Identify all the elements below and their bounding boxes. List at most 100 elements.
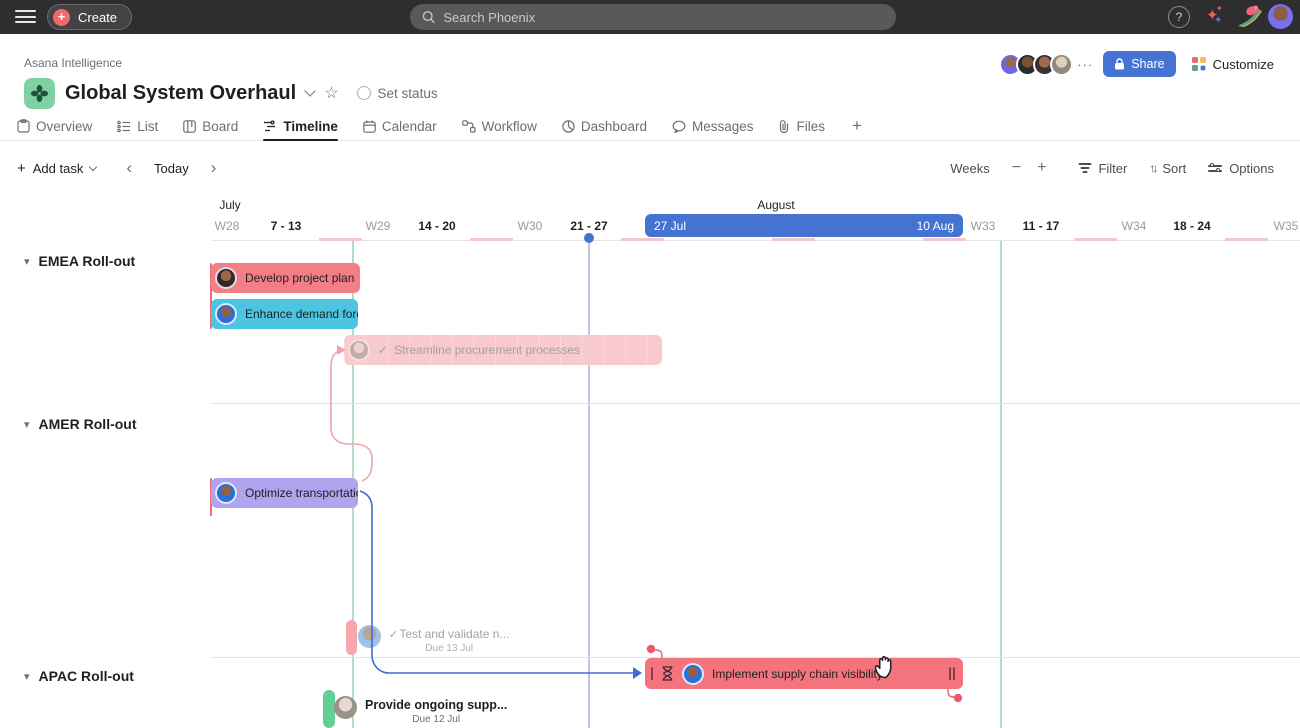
ai-sparkles-icon[interactable]: ✦ ✦ ✦ (1202, 4, 1228, 30)
week-number: W35 (1274, 219, 1299, 233)
hamburger-menu-icon[interactable] (15, 10, 36, 23)
filter-button[interactable]: Filter (1078, 161, 1127, 176)
sliders-icon (1208, 163, 1222, 173)
avatar (682, 663, 704, 685)
selection-start-date: 27 Jul (654, 219, 686, 233)
filter-icon (1078, 163, 1091, 173)
grab-hand-cursor (872, 650, 900, 680)
messages-icon (672, 120, 686, 133)
week-number: W34 (1122, 219, 1147, 233)
section-amer[interactable]: ▾ AMER Roll-out (24, 416, 137, 432)
share-button[interactable]: Share (1103, 51, 1175, 77)
task-bar-implement-supply-chain-visibility[interactable]: Implement supply chain visibility (645, 658, 963, 689)
breadcrumb[interactable]: Asana Intelligence (24, 56, 122, 70)
user-avatar[interactable] (1268, 4, 1293, 29)
create-button[interactable]: + Create (47, 4, 132, 30)
task-pill-test-and-validate[interactable] (346, 620, 357, 655)
zoom-in-button[interactable]: + (1037, 159, 1046, 177)
task-label-test-and-validate[interactable]: ✓ Test and validate n... Due 13 Jul (358, 625, 509, 654)
header-divider (211, 240, 1300, 241)
weekend-strip (621, 238, 664, 241)
page-title: Global System Overhaul (65, 82, 296, 105)
tab-timeline[interactable]: Timeline (263, 112, 338, 140)
task-bar-enhance-demand-forecasting[interactable]: Enhance demand fore (211, 299, 358, 329)
task-label-provide-ongoing-support[interactable]: Provide ongoing supp... Due 12 Jul (334, 696, 507, 725)
section-emea[interactable]: ▾ EMEA Roll-out (24, 253, 135, 269)
tab-list[interactable]: List (117, 112, 158, 140)
collapse-caret-icon[interactable]: ▾ (24, 418, 30, 431)
favorite-star-icon[interactable]: ☆ (324, 83, 338, 103)
dependency-handle-dot[interactable] (954, 694, 962, 702)
week-number: W28 (215, 219, 240, 233)
tab-workflow[interactable]: Workflow (462, 112, 537, 140)
plus-icon: + (17, 160, 26, 177)
today-button[interactable]: Today (148, 161, 195, 176)
customize-grid-icon (1192, 57, 1206, 71)
tab-board[interactable]: Board (183, 112, 238, 140)
tab-calendar[interactable]: Calendar (363, 112, 437, 140)
check-icon: ✓ (389, 629, 398, 641)
search-icon (422, 10, 435, 24)
left-drag-handle[interactable] (651, 667, 653, 680)
week-range[interactable]: 11 - 17 (1023, 219, 1060, 233)
today-marker-dot (584, 233, 594, 243)
selection-end-date: 10 Aug (917, 219, 954, 233)
avatar[interactable] (1050, 53, 1073, 76)
add-task-dropdown-chevron-icon[interactable] (89, 162, 97, 170)
title-dropdown-chevron-icon[interactable] (305, 85, 316, 96)
week-range[interactable]: 18 - 24 (1173, 219, 1210, 233)
weekend-strip (1074, 238, 1117, 241)
dependency-arrowhead (633, 667, 642, 679)
help-button[interactable]: ? (1168, 6, 1190, 28)
task-bar-develop-project-plan[interactable]: Develop project plan (211, 263, 360, 293)
due-date: Due 13 Jul (389, 643, 509, 654)
month-label-august: August (757, 198, 794, 212)
zoom-out-button[interactable]: − (1012, 159, 1021, 177)
today-line (588, 241, 590, 728)
tab-overview[interactable]: Overview (17, 112, 92, 140)
task-bar-streamline-procurement[interactable]: ✓ Streamline procurement processes (344, 335, 662, 365)
avatar (334, 696, 357, 719)
week-range[interactable]: 14 - 20 (418, 219, 455, 233)
customize-label: Customize (1213, 57, 1274, 72)
next-period-button[interactable]: › (201, 158, 227, 178)
section-apac[interactable]: ▾ APAC Roll-out (24, 668, 134, 684)
add-task-button[interactable]: + Add task (17, 160, 96, 177)
sort-button[interactable]: ↑↓ Sort (1149, 161, 1186, 176)
add-tab-button[interactable]: + (852, 116, 862, 136)
tab-dashboard[interactable]: Dashboard (562, 112, 647, 140)
project-title-row: Global System Overhaul ☆ Set status (24, 76, 438, 110)
options-button[interactable]: Options (1208, 161, 1274, 176)
hourglass-icon (661, 666, 674, 681)
phoenix-mascot-icon[interactable] (1236, 4, 1263, 30)
prev-period-button[interactable]: ‹ (116, 158, 142, 178)
avatar-overflow-ellipsis[interactable]: ··· (1077, 57, 1093, 72)
collapse-caret-icon[interactable]: ▾ (24, 670, 30, 683)
task-bar-optimize-transportation[interactable]: Optimize transportatio (211, 478, 358, 508)
member-avatar-stack[interactable]: ··· (999, 53, 1093, 76)
search-input[interactable] (443, 10, 884, 25)
due-date: Due 12 Jul (365, 714, 507, 725)
zoom-level-select[interactable]: Weeks (950, 161, 990, 176)
paperclip-icon (778, 120, 790, 133)
date-range-selection-bar[interactable]: 27 Jul 10 Aug (645, 214, 963, 237)
week-range[interactable]: 7 - 13 (271, 219, 302, 233)
collapse-caret-icon[interactable]: ▾ (24, 255, 30, 268)
timeline-icon (263, 120, 277, 133)
dashboard-icon (562, 120, 575, 133)
weekend-strip (319, 238, 362, 241)
guide-line-green (1000, 241, 1002, 728)
avatar (215, 482, 237, 504)
tab-files[interactable]: Files (778, 112, 825, 140)
weekend-strip (923, 238, 966, 241)
right-drag-handle[interactable] (949, 667, 951, 680)
set-status-button[interactable]: Set status (357, 86, 438, 101)
status-circle-icon (357, 86, 371, 100)
week-range[interactable]: 21 - 27 (570, 219, 607, 233)
dependency-handle-dot[interactable] (647, 645, 655, 653)
customize-button[interactable]: Customize (1192, 57, 1274, 72)
search-bar[interactable] (410, 4, 896, 30)
project-icon[interactable] (24, 78, 55, 109)
calendar-icon (363, 120, 376, 133)
tab-messages[interactable]: Messages (672, 112, 754, 140)
